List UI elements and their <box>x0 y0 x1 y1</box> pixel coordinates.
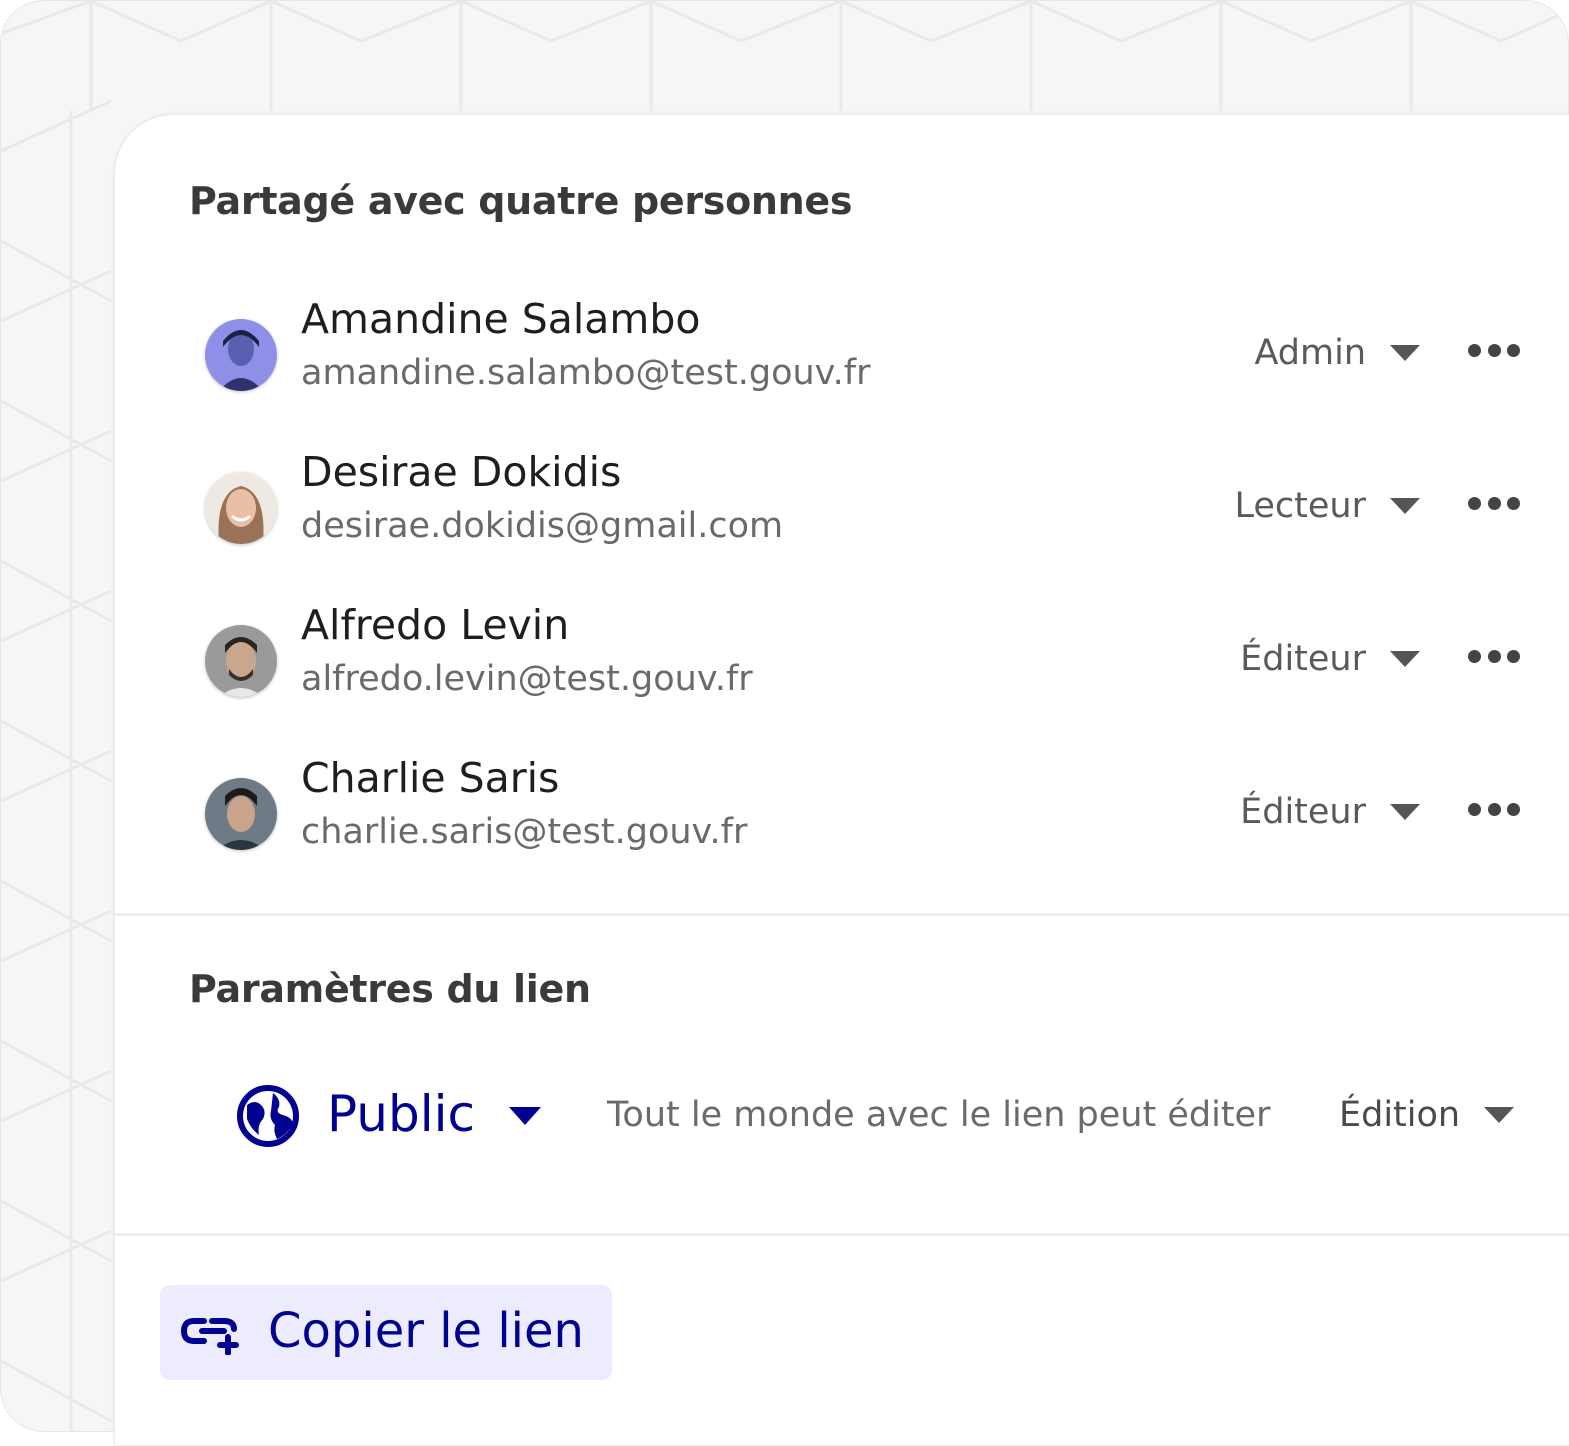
chevron-down-icon <box>1390 804 1420 820</box>
avatar <box>205 319 277 391</box>
section-divider <box>115 1233 1569 1236</box>
role-dropdown[interactable]: Éditeur <box>1240 790 1420 834</box>
share-panel: Partagé avec quatre personnes Amandine S… <box>114 114 1569 1446</box>
dot <box>1487 649 1501 663</box>
role-label: Éditeur <box>1240 792 1366 832</box>
chevron-down-icon <box>1390 651 1420 667</box>
member-email: amandine.salambo@test.gouv.fr <box>301 353 871 393</box>
avatar <box>205 625 277 697</box>
member-row: Desirae Dokidis desirae.dokidis@gmail.co… <box>115 446 1569 566</box>
dot <box>1487 343 1501 357</box>
role-dropdown[interactable]: Admin <box>1254 331 1420 375</box>
more-options-button[interactable] <box>1468 337 1520 363</box>
link-permission-dropdown[interactable]: Édition <box>1339 1093 1515 1137</box>
dot <box>1468 496 1481 510</box>
dot <box>1468 343 1481 357</box>
globe-icon <box>237 1085 299 1147</box>
dot <box>1507 649 1520 663</box>
dot <box>1487 496 1501 510</box>
member-row: Alfredo Levin alfredo.levin@test.gouv.fr… <box>115 599 1569 719</box>
access-level-dropdown[interactable]: Public <box>327 1085 475 1143</box>
chevron-down-icon[interactable] <box>509 1107 541 1125</box>
role-label: Éditeur <box>1240 639 1366 679</box>
role-dropdown[interactable]: Éditeur <box>1240 637 1420 681</box>
member-name: Alfredo Levin <box>301 601 570 649</box>
role-label: Admin <box>1254 333 1366 373</box>
shared-with-title: Partagé avec quatre personnes <box>189 179 853 223</box>
member-name: Charlie Saris <box>301 754 560 802</box>
avatar <box>205 778 277 850</box>
member-row: Charlie Saris charlie.saris@test.gouv.fr… <box>115 752 1569 872</box>
more-options-button[interactable] <box>1468 796 1520 822</box>
dot <box>1468 802 1481 816</box>
member-email: desirae.dokidis@gmail.com <box>301 506 784 546</box>
copy-link-button[interactable]: Copier le lien <box>160 1285 612 1380</box>
link-settings-title: Paramètres du lien <box>189 967 591 1011</box>
chevron-down-icon <box>1390 498 1420 514</box>
chevron-down-icon <box>1484 1107 1515 1123</box>
avatar <box>205 472 277 544</box>
role-label: Lecteur <box>1234 486 1367 526</box>
more-options-button[interactable] <box>1468 490 1520 516</box>
more-options-button[interactable] <box>1468 643 1520 669</box>
member-name: Amandine Salambo <box>301 295 701 343</box>
permission-label: Édition <box>1339 1095 1461 1135</box>
access-description: Tout le monde avec le lien peut éditer <box>607 1095 1271 1135</box>
role-dropdown[interactable]: Lecteur <box>1234 484 1420 528</box>
member-email: charlie.saris@test.gouv.fr <box>301 812 748 852</box>
link-access-row: Public Tout le monde avec le lien peut é… <box>115 1075 1569 1155</box>
dot <box>1507 496 1520 510</box>
member-email: alfredo.levin@test.gouv.fr <box>301 659 753 699</box>
section-divider <box>115 913 1569 916</box>
link-add-icon <box>180 1318 239 1355</box>
dot <box>1468 649 1481 663</box>
copy-link-label: Copier le lien <box>268 1303 584 1359</box>
member-name: Desirae Dokidis <box>301 448 622 496</box>
dot <box>1507 802 1520 816</box>
dot <box>1487 802 1501 816</box>
chevron-down-icon <box>1390 345 1420 361</box>
dot <box>1507 343 1520 357</box>
member-row: Amandine Salambo amandine.salambo@test.g… <box>115 293 1569 413</box>
